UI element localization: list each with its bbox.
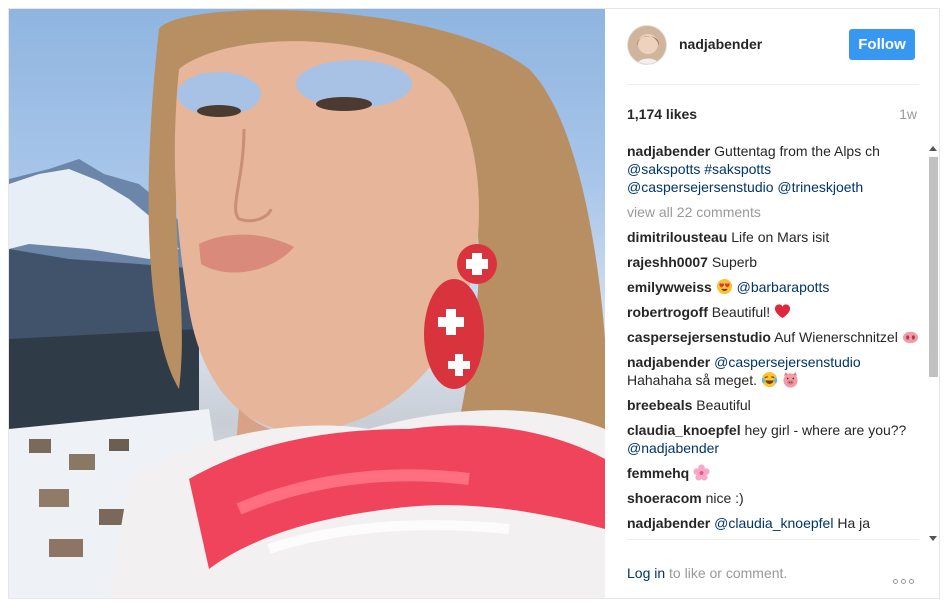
comment-username[interactable]: caspersejersenstudio — [627, 329, 771, 345]
comment-username[interactable]: robertrogoff — [627, 304, 708, 320]
red-heart-emoji-icon — [774, 304, 791, 319]
caption-link[interactable]: @caspersejersenstudio — [627, 179, 774, 195]
avatar-image — [628, 26, 666, 64]
comment-item: dimitrilousteau Life on Mars isit — [627, 228, 925, 246]
comment-text: Auf Wienerschnitzel — [770, 329, 898, 345]
comment-text: Superb — [707, 254, 757, 270]
caption-link[interactable]: #sakspotts — [704, 161, 771, 177]
post-header: nadjabender Follow — [605, 9, 939, 85]
comment-item: rajeshh0007 Superb — [627, 253, 925, 271]
comment-item: shoeracom nice :) — [627, 489, 925, 507]
comment-text: Beautiful! — [707, 304, 771, 320]
likes-count[interactable]: 1,174 likes — [627, 106, 697, 122]
footer-divider — [627, 539, 919, 540]
comment-text: Ha ja — [833, 515, 871, 531]
comment-item: femmehq — [627, 464, 925, 482]
pig-nose-emoji-icon — [902, 331, 918, 344]
pig-face-emoji-icon — [783, 371, 798, 388]
scroll-up-arrow-icon[interactable] — [929, 146, 937, 151]
comment-username[interactable]: breebeals — [627, 397, 692, 413]
comment-username[interactable]: claudia_knoepfel — [627, 422, 741, 438]
comment-text: Hahahaha så meget. — [627, 372, 757, 388]
comment-text: Beautiful — [692, 397, 751, 413]
comment-item: robertrogoff Beautiful! — [627, 303, 925, 321]
post-photo[interactable] — [9, 9, 605, 598]
comment-username[interactable]: femmehq — [627, 465, 689, 481]
comment-username[interactable]: nadjabender — [627, 515, 710, 531]
comment-mention[interactable]: @caspersejersenstudio — [714, 354, 861, 370]
dot — [909, 579, 914, 584]
dot — [893, 579, 898, 584]
follow-button[interactable]: Follow — [849, 29, 915, 60]
comment-username[interactable]: emilywweiss — [627, 279, 712, 295]
comment-item: caspersejersenstudio Auf Wienerschnitzel — [627, 328, 925, 346]
caption-link[interactable]: @sakspotts — [627, 161, 700, 177]
view-all-comments-link[interactable]: view all 22 comments — [627, 203, 925, 221]
comment-text: nice :) — [701, 490, 744, 506]
scroll-down-arrow-icon[interactable] — [929, 536, 937, 541]
login-prompt: Log in to like or comment. — [627, 565, 787, 581]
post-modal: nadjabender Follow 1,174 likes 1w nadjab… — [8, 8, 940, 599]
comments-list[interactable]: nadjabender Guttentag from the Alps ch @… — [627, 142, 925, 537]
login-link[interactable]: Log in — [627, 565, 665, 581]
comment-item: claudia_knoepfel hey girl - where are yo… — [627, 421, 925, 457]
avatar[interactable] — [627, 25, 667, 65]
caption-text: Guttentag from the Alps ch — [710, 143, 880, 159]
comment-username[interactable]: nadjabender — [627, 354, 710, 370]
dot — [901, 579, 906, 584]
post-sidebar: nadjabender Follow 1,174 likes 1w nadjab… — [605, 9, 939, 598]
heart-eyes-emoji-icon — [716, 278, 732, 295]
post-age: 1w — [899, 106, 917, 122]
login-prompt-text: to like or comment. — [665, 565, 788, 581]
comment-item: nadjabender @claudia_knoepfel Ha ja — [627, 514, 925, 532]
caption-username[interactable]: nadjabender — [627, 143, 710, 159]
cherry-blossom-emoji-icon — [693, 464, 710, 481]
header-divider — [627, 84, 919, 85]
comment-username[interactable]: dimitrilousteau — [627, 229, 727, 245]
comment-text: Life on Mars isit — [727, 229, 830, 245]
comment-username[interactable]: rajeshh0007 — [627, 254, 708, 270]
comment-item: nadjabender @caspersejersenstudio Hahaha… — [627, 353, 925, 389]
caption: nadjabender Guttentag from the Alps ch @… — [627, 142, 925, 196]
scrollbar-thumb[interactable] — [929, 157, 938, 377]
comment-mention[interactable]: @nadjabender — [627, 440, 719, 456]
comment-item: emilywweiss @barbarapotts — [627, 278, 925, 296]
photo-illustration — [9, 9, 605, 598]
comment-text: hey girl - where are you?? — [740, 422, 907, 438]
caption-link[interactable]: @trineskjoeth — [777, 179, 863, 195]
tears-of-joy-emoji-icon — [761, 371, 777, 388]
comment-item: breebeals Beautiful — [627, 396, 925, 414]
comment-mention[interactable]: @claudia_knoepfel — [714, 515, 833, 531]
post-footer: Log in to like or comment. — [605, 549, 939, 598]
comment-username[interactable]: shoeracom — [627, 490, 702, 506]
comment-mention[interactable]: @barbarapotts — [737, 279, 830, 295]
comments-scrollbar[interactable] — [927, 146, 939, 541]
more-options-icon[interactable] — [893, 571, 919, 584]
header-username[interactable]: nadjabender — [679, 36, 762, 52]
